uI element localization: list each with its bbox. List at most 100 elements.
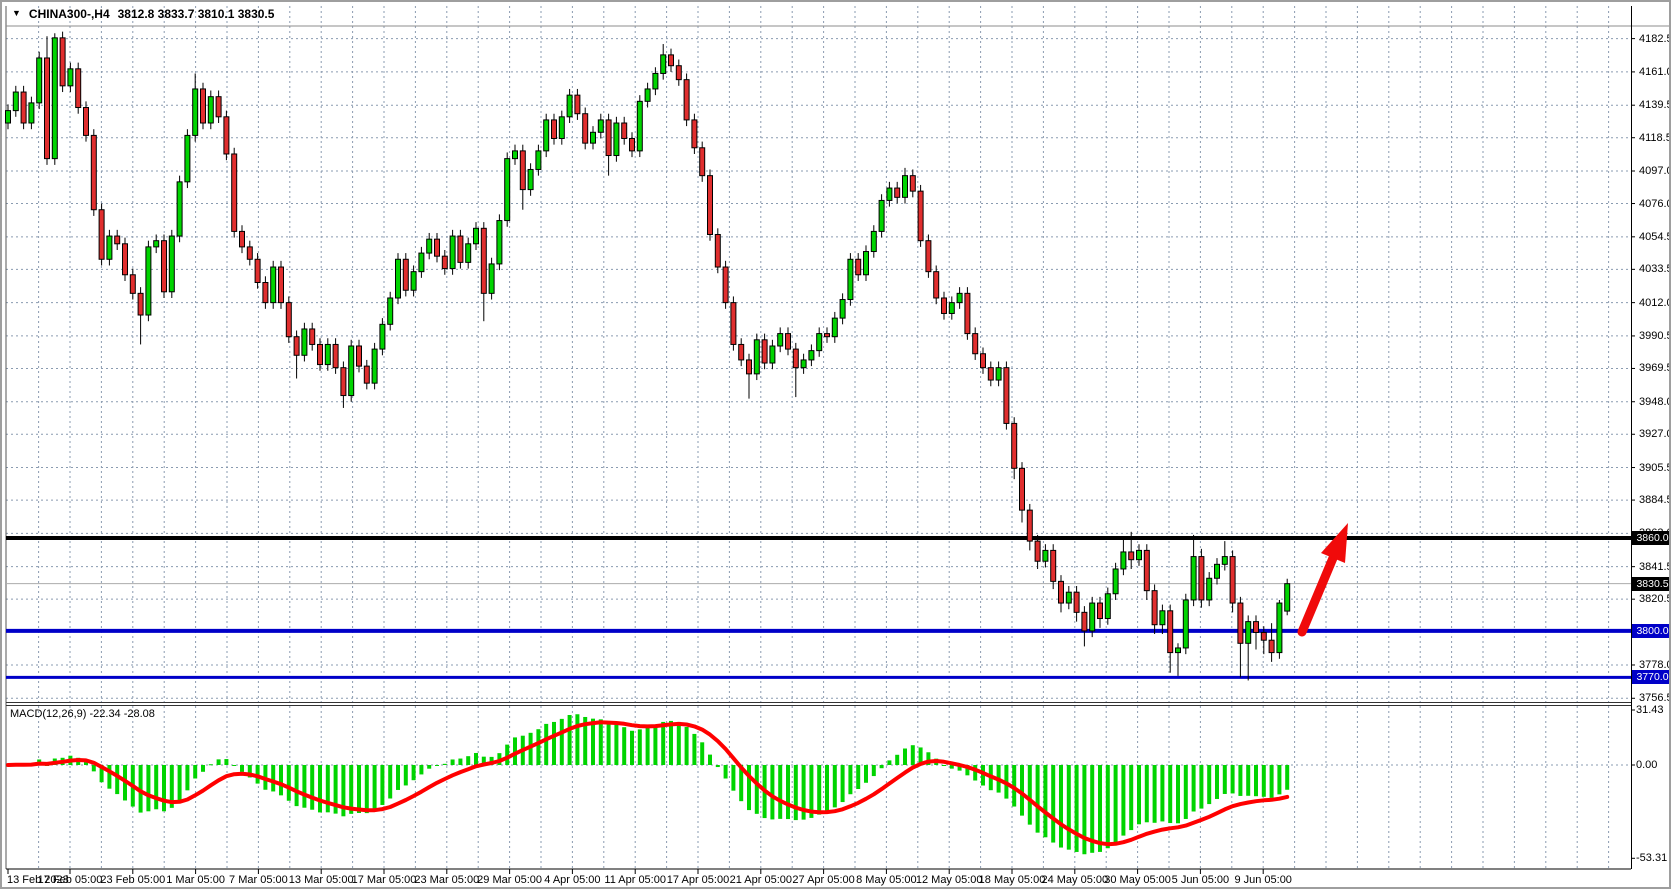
candle-up (177, 182, 182, 236)
price-axis-label: 4139.5 (1639, 99, 1671, 111)
candle-down (1199, 557, 1204, 600)
macd-histogram-bar (731, 765, 735, 791)
macd-histogram-bar (458, 759, 462, 765)
candle-down (676, 66, 681, 80)
symbol-period-label: CHINA300-,H4 (29, 7, 110, 21)
price-axis-label: 3990.5 (1639, 330, 1671, 342)
time-axis-label: 30 May 05:00 (1104, 874, 1171, 886)
macd-histogram-bar (1036, 765, 1040, 833)
candle-up (474, 228, 479, 243)
candle-down (1261, 632, 1266, 640)
macd-histogram-bar (1207, 765, 1211, 804)
candle-down (1238, 603, 1243, 643)
chart-canvas[interactable] (2, 2, 1671, 889)
candle-down (942, 298, 947, 313)
candle-down (630, 138, 635, 150)
candle-up (598, 120, 603, 132)
macd-histogram-bar (1098, 765, 1102, 852)
macd-histogram-bar (404, 765, 408, 785)
candle-up (949, 303, 954, 314)
macd-histogram-bar (599, 719, 603, 765)
macd-name: MACD(12,26,9) (10, 708, 86, 720)
price-level-badge: 3800.0 (1632, 624, 1671, 638)
candle-down (739, 344, 744, 359)
candle-up (1191, 557, 1196, 600)
time-axis-label: 23 Mar 05:00 (414, 874, 479, 886)
candle-up (1285, 584, 1290, 611)
candle-up (879, 200, 884, 231)
candle-up (419, 253, 424, 272)
macd-indicator-label: MACD(12,26,9) -22.34 -28.08 (10, 708, 155, 720)
chart-header: ▼CHINA300-,H43812.8 3833.7 3810.1 3830.5 (12, 7, 274, 21)
macd-histogram-bar (287, 765, 291, 801)
price-axis-label: 3756.5 (1639, 692, 1671, 704)
time-axis-label: 9 Jun 05:00 (1234, 874, 1292, 886)
candle-down (1269, 640, 1274, 652)
macd-histogram-bar (1184, 765, 1188, 819)
macd-histogram-bar (1106, 765, 1110, 848)
candle-up (388, 298, 393, 324)
macd-histogram-bar (1231, 765, 1235, 793)
collapse-triangle-icon[interactable]: ▼ (12, 8, 21, 18)
macd-histogram-bar (1270, 765, 1274, 798)
macd-histogram-bar (880, 765, 884, 768)
candle-up (1246, 622, 1251, 644)
macd-histogram-bar (692, 734, 696, 765)
candle-down (825, 334, 830, 337)
macd-axis-label: 0.00 (1636, 759, 1657, 771)
macd-histogram-bar (365, 765, 369, 813)
candle-down (1074, 592, 1079, 612)
price-axis-label: 4012.0 (1639, 297, 1671, 309)
price-axis-label: 3841.5 (1639, 561, 1671, 573)
candle-down (76, 69, 81, 108)
trend-arrow-shaft[interactable] (1302, 558, 1333, 632)
candle-down (1144, 550, 1149, 590)
candles-layer[interactable] (6, 32, 1290, 681)
macd-histogram-bar (778, 765, 782, 819)
macd-histogram-bar (685, 727, 689, 765)
candle-down (747, 360, 752, 374)
trend-arrow-head[interactable] (1321, 523, 1348, 563)
macd-histogram-bar (443, 764, 447, 765)
candle-down (934, 272, 939, 298)
macd-axis-label: -53.31 (1636, 852, 1667, 864)
macd-histogram-bar (755, 765, 759, 814)
macd-histogram-bar (700, 742, 704, 765)
macd-histogram-bar (1145, 765, 1149, 822)
macd-values: -22.34 -28.08 (89, 708, 154, 720)
macd-histogram-bar (848, 765, 852, 794)
time-axis-label: 18 May 05:00 (979, 874, 1046, 886)
macd-histogram-bar (864, 765, 868, 783)
time-axis-label: 5 Jun 05:00 (1172, 874, 1230, 886)
macd-histogram-bar (224, 759, 228, 765)
candle-up (396, 259, 401, 298)
macd-histogram-bar (872, 765, 876, 776)
candle-down (458, 236, 463, 262)
macd-histogram-bar (217, 759, 221, 765)
macd-histogram-bar (646, 728, 650, 765)
macd-histogram-bar (1192, 765, 1196, 811)
macd-histogram-bar (536, 729, 540, 765)
macd-histogram-bar (1285, 765, 1289, 790)
candle-up (848, 259, 853, 299)
macd-histogram-bar (146, 765, 150, 811)
macd-histogram-bar (895, 755, 899, 765)
candle-down (263, 283, 268, 303)
macd-histogram-bar (708, 755, 712, 765)
time-axis-label: 17 Mar 05:00 (352, 874, 417, 886)
candle-down (435, 239, 440, 256)
macd-histogram (6, 714, 1289, 854)
candle-up (1222, 557, 1227, 565)
macd-histogram-bar (1067, 765, 1071, 850)
candle-down (684, 80, 689, 120)
macd-histogram-bar (669, 721, 673, 765)
macd-histogram-bar (209, 764, 213, 765)
chart-window: ▼CHINA300-,H43812.8 3833.7 3810.1 3830.5… (0, 0, 1671, 889)
macd-histogram-bar (903, 749, 907, 765)
candle-down (1230, 557, 1235, 603)
candle-up (489, 264, 494, 293)
candle-down (138, 293, 143, 315)
price-axis-label: 3884.5 (1639, 494, 1671, 506)
price-level-badge: 3860.0 (1632, 531, 1671, 545)
candle-up (840, 300, 845, 319)
